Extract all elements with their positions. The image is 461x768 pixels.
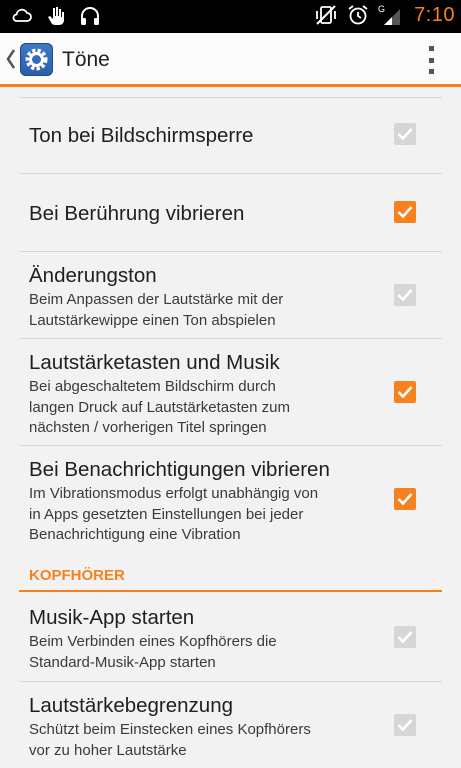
setting-title: Lautstärkebegrenzung bbox=[29, 694, 234, 717]
summary-line: Lautstärkewippe einen Ton abspielen bbox=[29, 311, 276, 329]
setting-summary: Im Vibrationsmodus erfolgt unabhängig vo… bbox=[29, 484, 374, 546]
summary-line: langen Druck auf Lautstärketasten zum bbox=[29, 398, 290, 416]
checkbox-volume-limit[interactable] bbox=[394, 714, 416, 736]
setting-volume-keys-music[interactable]: Lautstärketasten und Musik Bei abgeschal… bbox=[0, 339, 461, 445]
check-icon bbox=[397, 631, 413, 644]
settings-app-icon[interactable] bbox=[20, 43, 53, 76]
setting-touch-vibrate[interactable]: Bei Berührung vibrieren bbox=[0, 174, 461, 251]
summary-line: Beim Anpassen der Lautstärke mit der bbox=[29, 291, 284, 308]
summary-line: Im Vibrationsmodus erfolgt unabhängig vo… bbox=[29, 485, 319, 502]
checkbox-lock-screen-sound[interactable] bbox=[394, 123, 416, 145]
checkbox-touch-vibrate[interactable] bbox=[394, 201, 416, 223]
hand-icon bbox=[44, 4, 68, 28]
page-title: Töne bbox=[62, 48, 110, 71]
setting-volume-limit[interactable]: Lautstärkebegrenzung Schützt beim Einste… bbox=[0, 682, 461, 768]
summary-line: Schützt beim Einstecken eines Kopfhörers bbox=[29, 721, 311, 738]
clock: 7:10 bbox=[414, 3, 455, 26]
setting-lock-screen-sound[interactable]: Ton bei Bildschirmsperre bbox=[0, 98, 461, 173]
settings-list: Ton bei Bildschirmsperre Bei Berührung v… bbox=[0, 87, 461, 768]
setting-summary: Schützt beim Einstecken eines Kopfhörers… bbox=[29, 720, 369, 761]
summary-line: Beim Verbinden eines Kopfhörers die bbox=[29, 633, 277, 650]
status-bar: G 7:10 bbox=[0, 0, 461, 33]
check-icon bbox=[397, 719, 413, 732]
setting-change-tone[interactable]: Änderungston Beim Anpassen der Lautstärk… bbox=[0, 252, 461, 338]
back-chevron-icon[interactable] bbox=[5, 47, 17, 71]
setting-summary: Beim Verbinden eines Kopfhörers die Stan… bbox=[29, 632, 369, 673]
action-bar: Töne bbox=[0, 33, 461, 87]
summary-line: nächsten / vorherigen Titel springen bbox=[29, 419, 267, 436]
summary-line: vor zu hoher Lautstärke bbox=[29, 741, 187, 759]
checkbox-notification-vibrate[interactable] bbox=[394, 488, 416, 510]
checkbox-volume-keys-music[interactable] bbox=[394, 381, 416, 403]
setting-title: Musik-App starten bbox=[29, 606, 195, 629]
checkbox-start-music-app[interactable] bbox=[394, 626, 416, 648]
check-icon bbox=[397, 493, 413, 506]
cloud-icon bbox=[10, 4, 34, 28]
setting-title: Bei Berührung vibrieren bbox=[29, 202, 245, 225]
checkbox-change-tone[interactable] bbox=[394, 284, 416, 306]
setting-summary: Bei abgeschaltetem Bildschirm durch lang… bbox=[29, 377, 369, 439]
summary-line: Benachrichtigung eine Vibration bbox=[29, 526, 241, 543]
setting-title: Ton bei Bildschirmsperre bbox=[29, 124, 254, 147]
setting-title: Lautstärketasten und Musik bbox=[29, 351, 280, 374]
check-icon bbox=[397, 386, 413, 399]
overflow-menu-icon[interactable] bbox=[427, 46, 435, 74]
vibrate-off-icon bbox=[314, 3, 338, 27]
alarm-icon bbox=[346, 3, 370, 27]
summary-line: Standard-Musik-App starten bbox=[29, 653, 216, 671]
signal-icon: G bbox=[378, 3, 402, 27]
check-icon bbox=[397, 289, 413, 302]
check-icon bbox=[397, 128, 413, 141]
setting-summary: Beim Anpassen der Lautstärke mit der Lau… bbox=[29, 290, 369, 331]
headphones-icon bbox=[78, 4, 102, 28]
summary-line: in Apps gesetzten Einstellungen bei jede… bbox=[29, 505, 304, 523]
setting-title: Änderungston bbox=[29, 264, 157, 287]
summary-line: Bei abgeschaltetem Bildschirm durch bbox=[29, 378, 276, 395]
check-icon bbox=[397, 206, 413, 219]
svg-text:G: G bbox=[378, 4, 385, 14]
setting-start-music-app[interactable]: Musik-App starten Beim Verbinden eines K… bbox=[0, 592, 461, 681]
setting-title: Bei Benachrichtigungen vibrieren bbox=[29, 458, 330, 481]
setting-notification-vibrate[interactable]: Bei Benachrichtigungen vibrieren Im Vibr… bbox=[0, 446, 461, 552]
section-header-headphones: KOPFHÖRER bbox=[29, 567, 125, 584]
